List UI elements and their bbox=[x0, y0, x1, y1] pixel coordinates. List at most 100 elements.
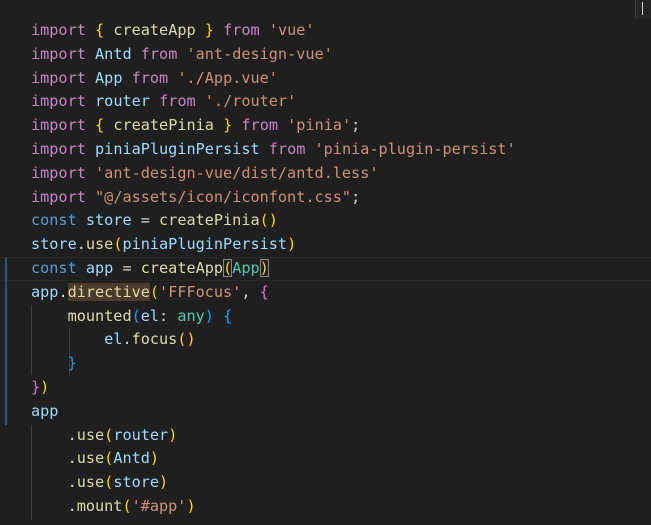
code-line[interactable]: .use(store) bbox=[31, 471, 516, 495]
code-line[interactable]: app bbox=[31, 400, 516, 424]
code-token: app bbox=[31, 282, 59, 301]
code-token: ( bbox=[104, 449, 114, 468]
code-line[interactable]: import piniaPluginPersist from 'pinia-pl… bbox=[31, 138, 516, 162]
code-token: ( bbox=[122, 496, 132, 515]
code-line[interactable]: .use(Antd) bbox=[31, 447, 516, 471]
code-token: App bbox=[232, 258, 260, 277]
code-token: ) bbox=[149, 449, 160, 468]
code-token: ( bbox=[131, 306, 141, 325]
code-token: Antd bbox=[95, 44, 132, 63]
code-token: use bbox=[85, 235, 114, 254]
code-token: from bbox=[223, 21, 260, 39]
code-line[interactable]: import { createPinia } from 'pinia'; bbox=[31, 114, 516, 138]
code-token: ) bbox=[287, 235, 297, 254]
code-line[interactable]: } bbox=[31, 352, 516, 376]
code-token: mount bbox=[76, 496, 123, 515]
code-line[interactable]: import App from './App.vue' bbox=[31, 67, 516, 91]
code-line[interactable]: const store = createPinia() bbox=[31, 209, 516, 233]
code-token: } bbox=[204, 21, 214, 39]
code-line[interactable]: import Antd from 'ant-design-vue' bbox=[31, 43, 516, 67]
code-token: . bbox=[76, 235, 86, 254]
code-token: 'FFFocus' bbox=[159, 282, 242, 301]
code-token: store bbox=[113, 473, 160, 492]
code-token: : bbox=[159, 306, 178, 325]
code-line[interactable]: import 'ant-design-vue/dist/antd.less' bbox=[31, 162, 516, 186]
code-token: . bbox=[122, 330, 132, 349]
code-token: 'pinia-plugin-persist' bbox=[314, 139, 516, 158]
code-token: const bbox=[31, 258, 77, 277]
code-line[interactable]: import { createApp } from 'vue' bbox=[31, 19, 516, 43]
code-token: from bbox=[140, 44, 178, 63]
code-token: ) bbox=[168, 425, 178, 444]
code-line[interactable]: }) bbox=[31, 376, 516, 400]
code-line[interactable]: .mount('#app') bbox=[31, 495, 516, 519]
code-line[interactable]: store.use(piniaPluginPersist) bbox=[31, 233, 516, 257]
code-token: '#app' bbox=[131, 496, 187, 515]
code-token: } bbox=[67, 354, 77, 373]
code-token: . bbox=[31, 496, 77, 515]
gutter-change-indicator bbox=[5, 257, 7, 425]
code-token: 'ant-design-vue' bbox=[186, 44, 333, 63]
code-line[interactable]: import router from './router' bbox=[31, 90, 516, 114]
code-token: createPinia bbox=[113, 116, 214, 135]
code-token: . bbox=[31, 425, 77, 444]
code-content[interactable]: import { createApp } from 'vue' import An… bbox=[31, 19, 516, 519]
code-token: mounted bbox=[67, 306, 132, 325]
code-token: { bbox=[95, 21, 105, 39]
code-token: ; bbox=[351, 116, 361, 135]
code-token: } bbox=[223, 116, 233, 135]
code-token: ) bbox=[40, 377, 50, 396]
code-token: import bbox=[31, 116, 86, 135]
code-editor[interactable]: import { createApp } from 'vue' import An… bbox=[0, 0, 651, 525]
code-token: , bbox=[241, 282, 260, 301]
code-line[interactable]: mounted(el: any) { bbox=[31, 305, 516, 329]
code-token: = bbox=[113, 258, 141, 277]
code-token: 'vue' bbox=[268, 21, 315, 39]
code-token: 'ant-design-vue/dist/antd.less' bbox=[95, 163, 379, 182]
code-token: = bbox=[131, 211, 160, 230]
code-token: 'pinia' bbox=[287, 116, 352, 135]
code-token: () bbox=[177, 330, 196, 349]
code-token: use bbox=[76, 449, 105, 468]
code-line[interactable]: el.focus() bbox=[31, 328, 516, 352]
code-token: ) bbox=[204, 306, 214, 325]
code-token: './router' bbox=[204, 92, 297, 111]
code-token: app bbox=[85, 258, 114, 277]
code-token: ( bbox=[149, 282, 160, 301]
code-token: el bbox=[104, 330, 123, 349]
code-token: import bbox=[31, 187, 86, 206]
code-token: App bbox=[95, 68, 123, 87]
code-line[interactable]: const app = createApp(App) bbox=[31, 257, 516, 281]
code-token: any bbox=[177, 306, 205, 325]
code-line[interactable]: import "@/assets/icon/iconfont.css"; bbox=[31, 186, 516, 210]
code-token: use bbox=[76, 425, 105, 444]
code-line[interactable]: app.directive('FFFocus', { bbox=[31, 281, 516, 305]
code-line[interactable]: .use(router) bbox=[31, 424, 516, 448]
code-token: import bbox=[31, 139, 86, 158]
code-token: from bbox=[159, 92, 196, 111]
code-token: const bbox=[31, 211, 77, 230]
scrollbar-corner-icon[interactable] bbox=[635, 0, 651, 19]
code-token: ) bbox=[186, 496, 196, 515]
code-token: ; bbox=[351, 187, 361, 206]
code-token: { bbox=[95, 116, 105, 135]
code-token: () bbox=[259, 211, 278, 230]
code-token: createPinia bbox=[159, 211, 260, 230]
code-token: directive bbox=[67, 282, 150, 301]
